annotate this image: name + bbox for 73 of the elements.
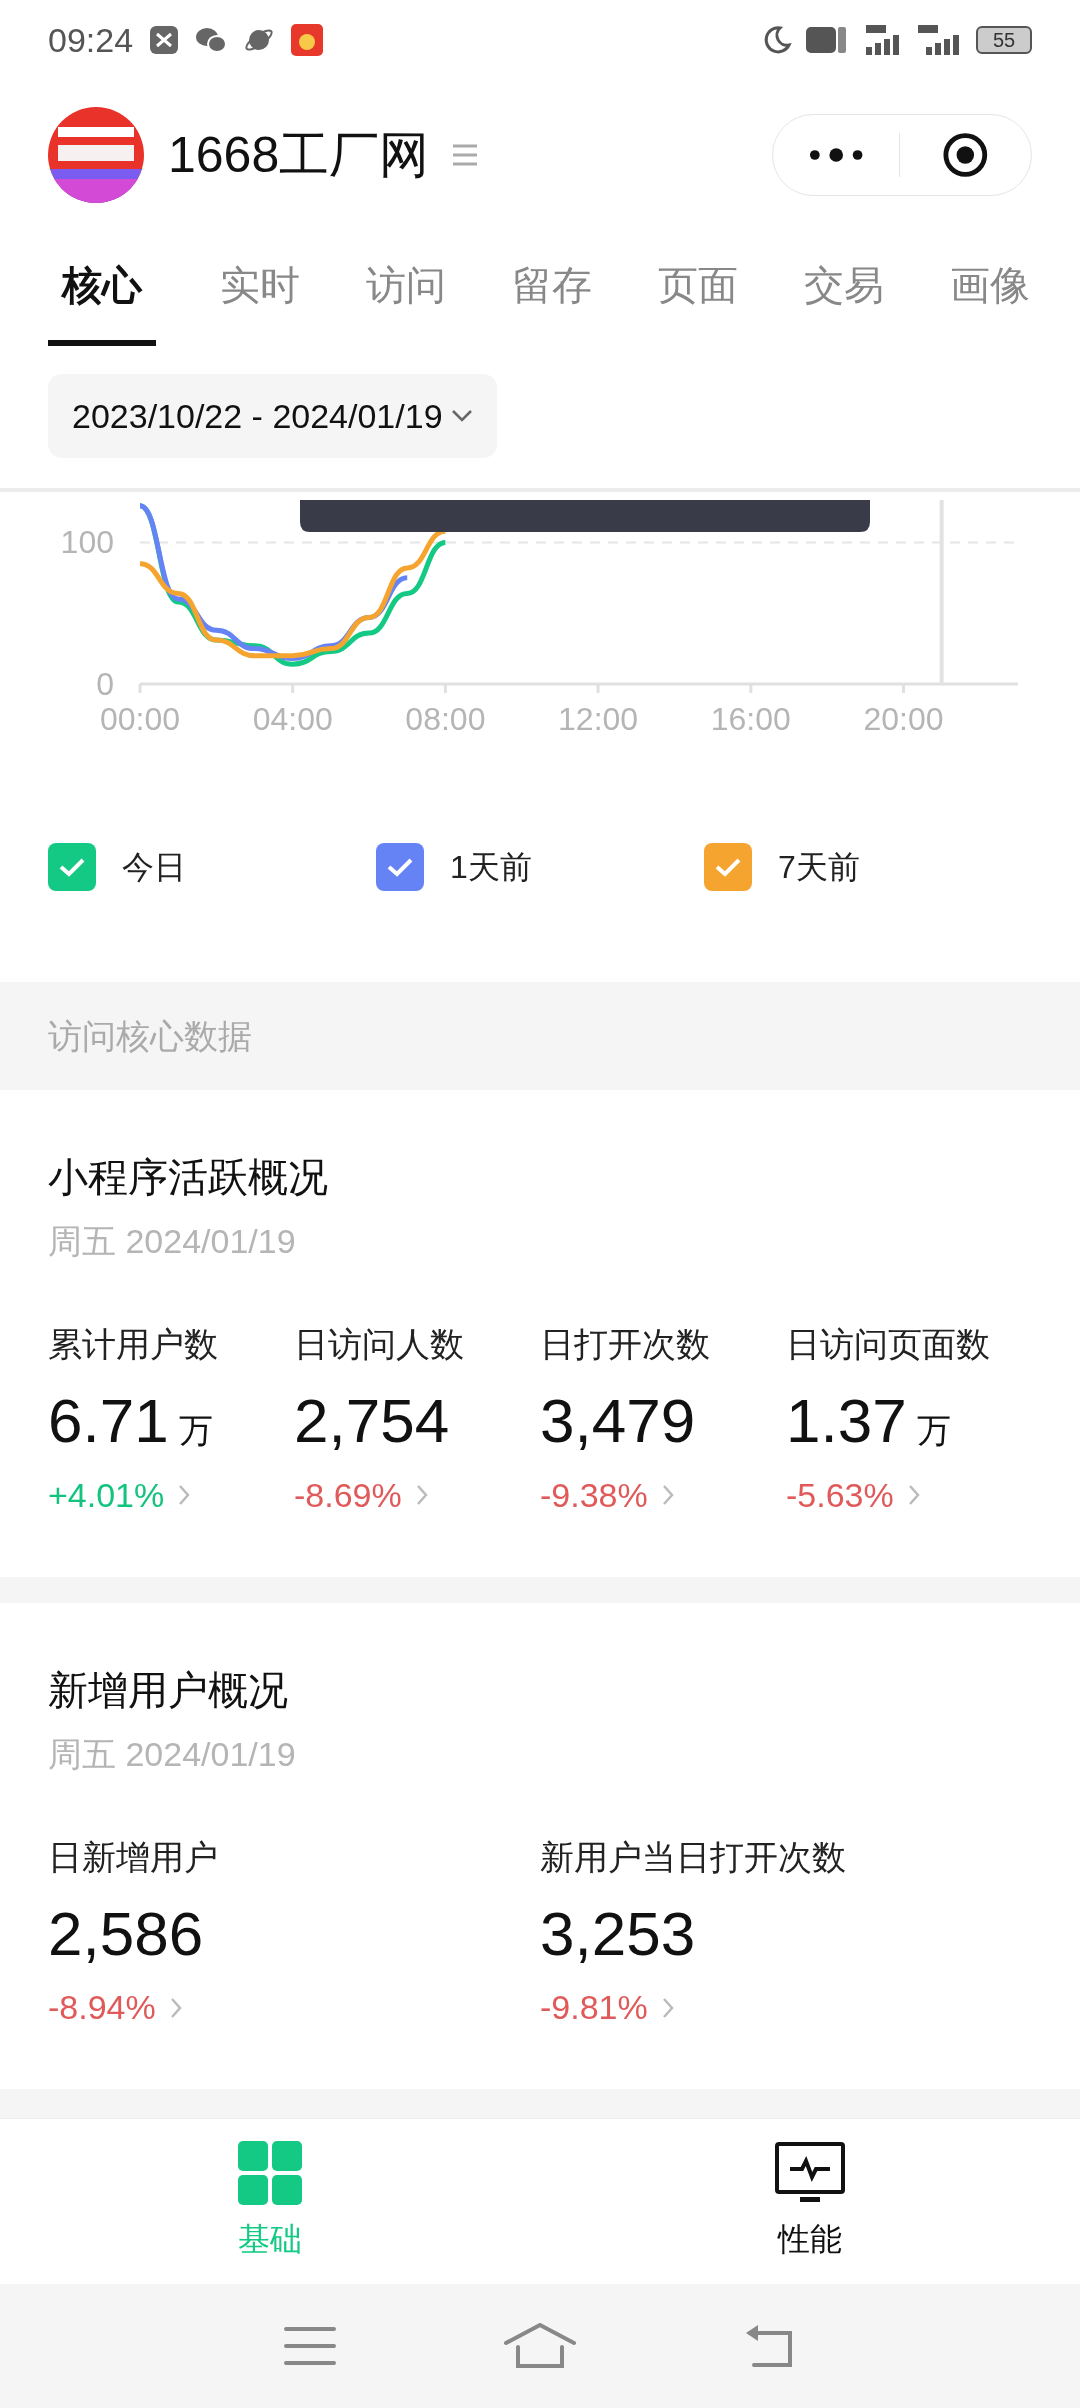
clock-time: 09:24 <box>48 19 134 61</box>
metric-label: 新用户当日打开次数 <box>540 1836 846 1878</box>
tab[interactable]: 核心 <box>48 230 156 346</box>
app-notification-icon <box>149 25 180 55</box>
chevron-right-icon <box>415 1484 428 1506</box>
menu-icon[interactable] <box>284 2326 336 2366</box>
monitor-icon <box>774 2140 846 2205</box>
axis-label: 04:00 <box>252 701 333 737</box>
check-icon <box>714 856 742 878</box>
chevron-right-icon <box>907 1484 920 1506</box>
app-notification-icon <box>291 24 324 56</box>
legend-checkbox[interactable] <box>704 843 752 891</box>
check-icon <box>58 856 86 878</box>
grid-icon <box>238 2140 302 2205</box>
chevron-right-icon <box>661 1996 674 2019</box>
legend-label: 7天前 <box>778 848 860 887</box>
chat-icon <box>195 26 228 54</box>
metric-label: 日新增用户 <box>48 1836 218 1878</box>
metric-label: 日访问人数 <box>294 1324 464 1365</box>
tab[interactable]: 交易 <box>802 230 886 346</box>
moon-icon <box>762 25 792 55</box>
app-title: 1668工厂网 <box>168 125 430 185</box>
legend-checkbox[interactable] <box>48 843 96 891</box>
menu-icon[interactable] <box>453 144 478 166</box>
metric-label: 日访问页面数 <box>786 1324 990 1365</box>
axis-label: 08:00 <box>405 701 486 737</box>
battery-indicator: 55 <box>976 26 1032 54</box>
axis-label: 0 <box>96 666 114 702</box>
metric-label: 日打开次数 <box>540 1324 710 1365</box>
change-link[interactable]: -8.69% <box>294 1469 428 1521</box>
tab[interactable]: 访问 <box>364 230 448 346</box>
chevron-right-icon <box>169 1996 182 2019</box>
axis-label: 20:00 <box>863 701 944 737</box>
change-link[interactable]: -8.94% <box>48 1982 182 2033</box>
chevron-right-icon <box>661 1484 674 1506</box>
legend-label: 1天前 <box>450 848 532 887</box>
check-icon <box>386 856 414 878</box>
tab[interactable]: 实时 <box>218 230 302 346</box>
metric-value: 2,586 <box>48 1897 204 1970</box>
change-link[interactable]: +4.01% <box>48 1469 191 1521</box>
metric-value: 3,253 <box>540 1897 696 1970</box>
more-icon[interactable] <box>809 147 864 163</box>
axis-label: 12:00 <box>558 701 639 737</box>
metric-unit: 万 <box>178 1410 213 1451</box>
metric-value: 3,479 <box>540 1385 696 1457</box>
card-title: 新增用户概况 <box>48 1666 289 1714</box>
metric-value: 6.71 <box>48 1385 169 1457</box>
tab[interactable]: 画像 <box>948 230 1032 346</box>
metric-value: 2,754 <box>294 1385 450 1457</box>
chevron-right-icon <box>178 1484 191 1506</box>
section-header: 访问核心数据 <box>48 1015 252 1057</box>
date-range-dropdown[interactable]: 2023/10/22 - 2024/01/19 <box>48 374 497 458</box>
change-link[interactable]: -9.38% <box>540 1469 674 1521</box>
tab[interactable]: 页面 <box>656 230 740 346</box>
axis-label: 100 <box>60 524 114 561</box>
axis-label: 16:00 <box>710 701 791 737</box>
nav-tab[interactable]: 基础 <box>0 2119 540 2284</box>
metric-unit: 万 <box>916 1410 951 1451</box>
signal-icon <box>916 23 962 57</box>
card-title: 小程序活跃概况 <box>48 1154 329 1201</box>
legend-label: 今日 <box>122 848 186 887</box>
home-icon[interactable] <box>504 2323 576 2369</box>
chevron-down-icon <box>450 409 473 423</box>
tab[interactable]: 留存 <box>510 230 594 346</box>
change-link[interactable]: -9.81% <box>540 1982 674 2033</box>
legend-checkbox[interactable] <box>376 843 424 891</box>
metric-label: 累计用户数 <box>48 1324 218 1365</box>
axis-label: 00:00 <box>99 701 181 737</box>
metric-value: 1.37 <box>786 1385 907 1457</box>
card-date: 周五 2024/01/19 <box>48 1221 297 1262</box>
nav-tab[interactable]: 性能 <box>540 2119 1080 2284</box>
change-link[interactable]: -5.63% <box>786 1469 920 1521</box>
card-date: 周五 2024/01/19 <box>48 1733 297 1775</box>
